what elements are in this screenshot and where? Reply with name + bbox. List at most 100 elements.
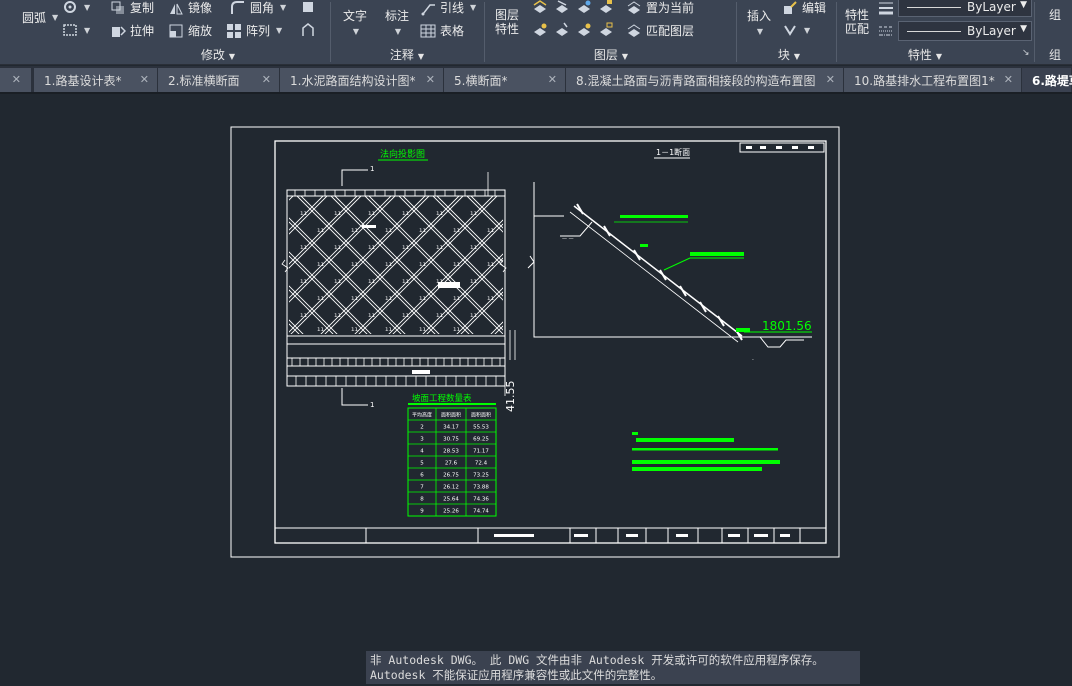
file-tab[interactable]: 10.路基排水工程布置图1* ✕	[844, 68, 1022, 92]
svg-text:ıı: ıı	[402, 244, 410, 251]
modify-extra-button[interactable]	[300, 0, 316, 15]
chevron-down-icon: ▼	[1020, 24, 1027, 34]
svg-text:ıı: ıı	[436, 312, 444, 319]
table-cell: 55.53	[473, 425, 489, 431]
modify-panel-title[interactable]: 修改 ▼	[166, 46, 270, 62]
quantity-table-title: 坡面工程数量表	[412, 393, 472, 404]
lineweight-icon[interactable]	[878, 0, 894, 16]
svg-text:ıı: ıı	[419, 261, 427, 268]
linetype-icon[interactable]	[878, 23, 894, 39]
quantity-table-underline	[408, 403, 496, 405]
layer-tools-row1[interactable]	[532, 0, 614, 15]
file-tab[interactable]: 5.横断面* ✕	[444, 68, 566, 92]
svg-text:ıı: ıı	[368, 244, 376, 251]
slope-callout	[560, 221, 593, 237]
arc-button[interactable]: 圆弧 ▼	[22, 9, 58, 26]
toe-ditch	[742, 336, 804, 348]
svg-text:ıı: ıı	[402, 278, 410, 285]
slope-callout-mark: — —	[562, 236, 574, 242]
close-icon[interactable]: ✕	[262, 73, 271, 86]
group-panel-title[interactable]: 组	[1040, 46, 1070, 62]
table-cell: 4	[420, 449, 424, 455]
svg-text:ıı: ıı	[385, 261, 393, 268]
close-icon[interactable]: ✕	[826, 73, 835, 86]
panel-launcher-icon[interactable]: ↘	[1022, 48, 1030, 58]
divider	[1034, 2, 1035, 62]
group-button[interactable]: 组	[1040, 8, 1070, 22]
svg-text:ıı: ıı	[470, 312, 478, 319]
layer-tools-row2[interactable]	[532, 22, 614, 38]
copy-button[interactable]: 复制	[110, 0, 154, 16]
block-attribute-icon	[784, 25, 796, 36]
scale-label: 缩放	[188, 24, 213, 38]
close-icon[interactable]: ✕	[426, 73, 435, 86]
svg-text:ıı: ıı	[300, 312, 308, 319]
svg-text:ıı: ıı	[402, 312, 410, 319]
close-icon[interactable]: ✕	[140, 73, 149, 86]
lineweight-value: ByLayer	[967, 0, 1016, 14]
file-tab[interactable]: 1.水泥路面结构设计图* ✕	[280, 68, 444, 92]
text-button[interactable]: 文字 ▼	[338, 9, 372, 39]
match-layer-button[interactable]: 匹配图层	[626, 22, 694, 39]
stretch-button[interactable]: 拉伸	[110, 22, 154, 39]
fillet-icon	[231, 0, 244, 14]
section-view-title: 1－1断面	[656, 147, 690, 157]
block-panel-title[interactable]: 块 ▼	[752, 46, 826, 62]
file-tab[interactable]: ✕	[0, 68, 32, 92]
file-tab[interactable]: 1.路基设计表* ✕	[34, 68, 158, 92]
table-cell: 6	[420, 473, 424, 479]
table-header-cell: 面积面积	[441, 412, 461, 419]
svg-text:ıı: ıı	[385, 295, 393, 302]
drawing-canvas[interactable]: 法向投影图 1 1 ıı ıı ıı ıı ıı ıı ıı ıı ıı ıı ı	[0, 94, 1072, 686]
table-cell: 27.6	[445, 461, 458, 467]
stretch-icon	[112, 25, 126, 37]
set-current-button[interactable]: 置为当前	[626, 0, 694, 16]
svg-text:ıı: ıı	[487, 227, 495, 234]
array-label: 阵列	[246, 24, 271, 38]
properties-panel-title[interactable]: 特性 ▼	[880, 46, 970, 62]
annotation-panel-title[interactable]: 注释 ▼	[370, 46, 444, 62]
leader-button[interactable]: 引线 ▼	[420, 0, 476, 16]
close-icon[interactable]: ✕	[12, 73, 21, 86]
layer-properties-label-2: 特性	[494, 22, 519, 36]
insert-button[interactable]: 插入 ▼	[742, 9, 776, 39]
cut-marker-top	[341, 169, 368, 186]
file-tab-active[interactable]: 6.路堤草	[1022, 68, 1072, 92]
array-button[interactable]: 阵列 ▼	[226, 22, 282, 39]
close-icon[interactable]: ✕	[548, 73, 557, 86]
chevron-down-icon: ▼	[394, 27, 402, 36]
match-layer-label: 匹配图层	[646, 24, 695, 38]
chevron-down-icon: ▼	[417, 52, 425, 61]
match-properties-button[interactable]: 特性 匹配	[840, 8, 874, 36]
mirror-icon	[170, 3, 183, 14]
chevron-down-icon: ▼	[276, 26, 283, 35]
move-tool-button[interactable]: ▼	[62, 0, 90, 15]
svg-text:ıı: ıı	[470, 278, 478, 285]
mirror-button[interactable]: 镜像	[168, 0, 212, 16]
file-tab[interactable]: 8.混凝土路面与沥青路面相接段的构造布置图 ✕	[566, 68, 844, 92]
layer-properties-button[interactable]: 图层 特性	[488, 8, 526, 36]
block-attribute-button[interactable]: ▼	[782, 22, 810, 38]
svg-text:ıı: ıı	[453, 227, 461, 234]
chevron-down-icon: ▼	[804, 25, 811, 35]
fillet-button[interactable]: 圆角 ▼	[230, 0, 286, 16]
offset-button[interactable]	[300, 22, 316, 38]
rectangle-tool-button[interactable]: ▼	[62, 22, 90, 38]
properties-title-text: 特性	[907, 48, 932, 62]
scale-button[interactable]: 缩放	[168, 22, 212, 39]
table-button[interactable]: 表格	[420, 22, 464, 39]
layers-panel-title[interactable]: 图层 ▼	[574, 46, 648, 62]
divider	[736, 2, 737, 62]
file-tab[interactable]: 2.标准横断面 ✕	[158, 68, 280, 92]
close-icon[interactable]: ✕	[1004, 73, 1013, 86]
svg-text:ıı: ıı	[470, 210, 478, 217]
svg-text:ıı: ıı	[351, 326, 359, 333]
edit-block-button[interactable]: 编辑	[782, 0, 826, 16]
linetype-select[interactable]: ByLayer ▼	[898, 21, 1032, 41]
table-header-cell: 面积面积	[471, 412, 491, 419]
svg-text:ıı: ıı	[317, 261, 325, 268]
dimension-button[interactable]: 标注 ▼	[380, 9, 414, 39]
divider	[836, 2, 837, 62]
lineweight-select[interactable]: ByLayer ▼	[898, 0, 1032, 17]
svg-text:ıı: ıı	[317, 326, 325, 333]
